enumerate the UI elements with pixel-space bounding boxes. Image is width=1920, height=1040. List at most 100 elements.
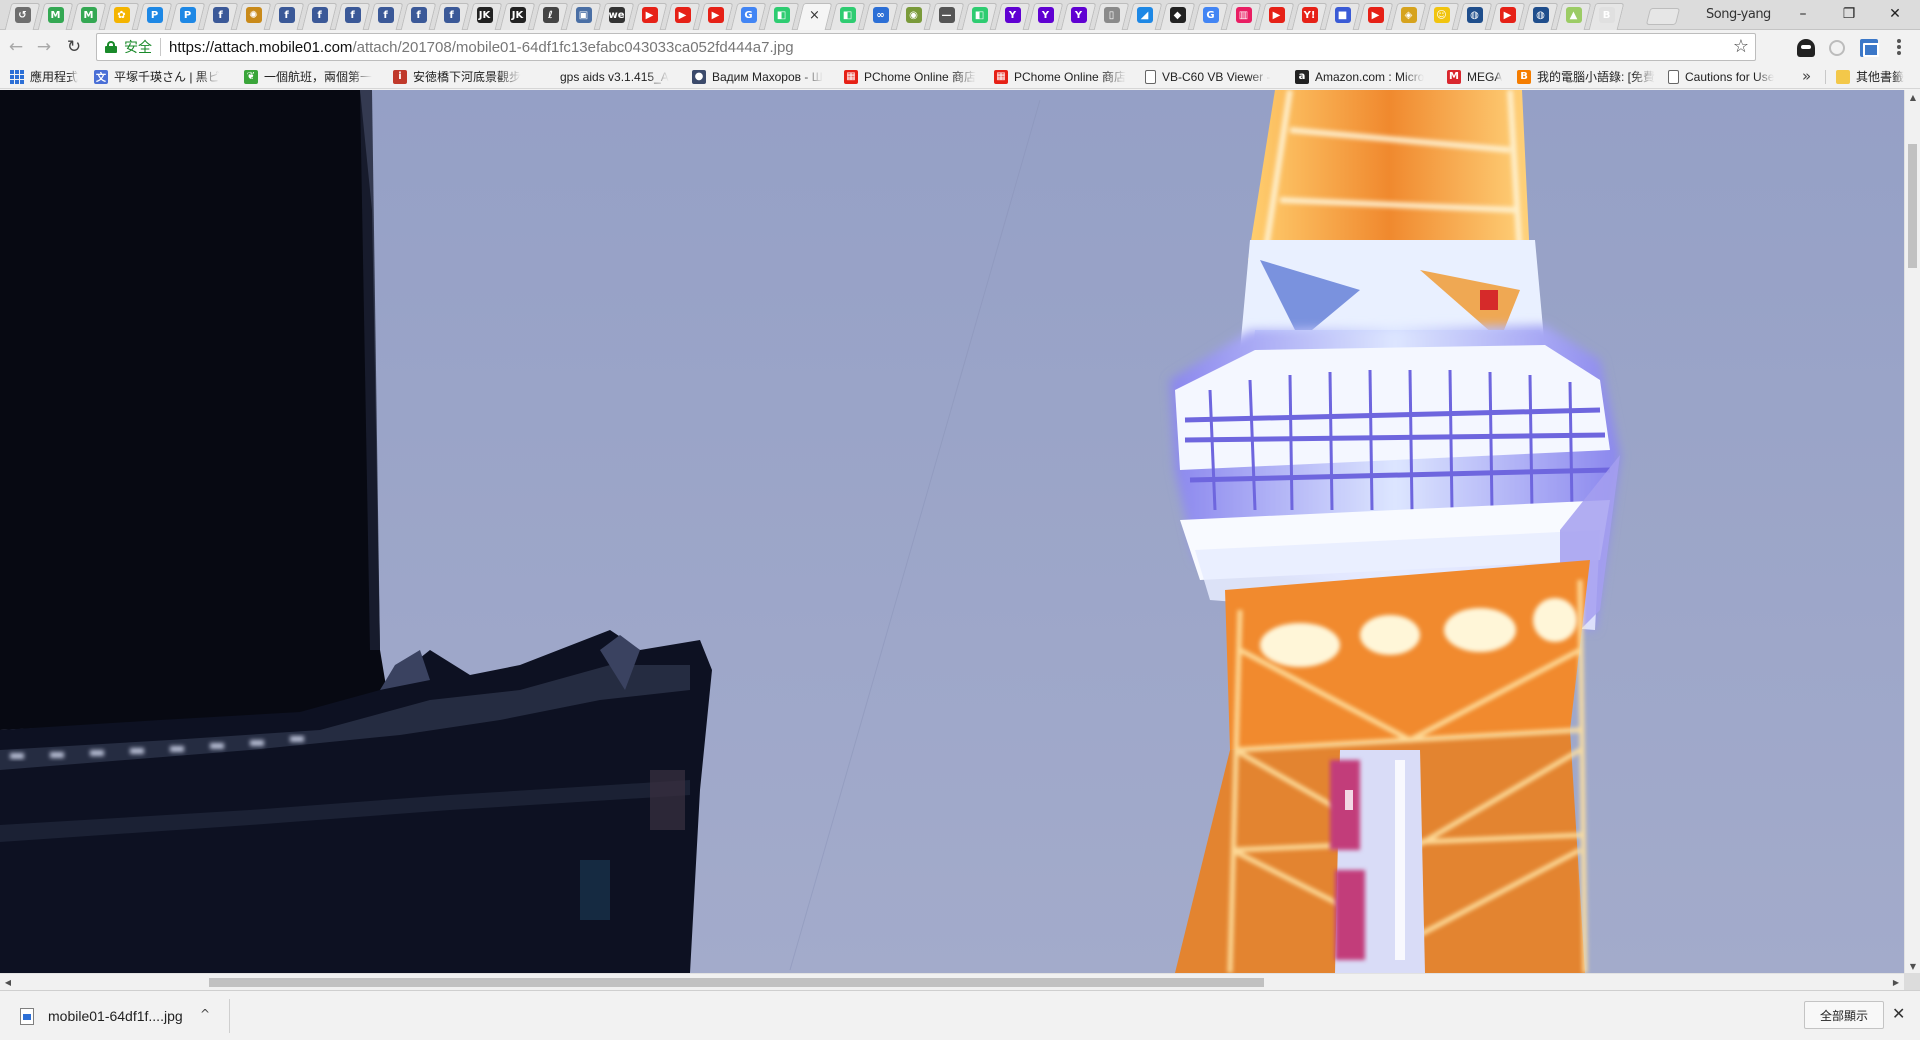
tab[interactable]: B bbox=[1590, 0, 1623, 30]
scroll-down-arrow-icon[interactable]: ▼ bbox=[1905, 959, 1920, 973]
ghost-extension-icon[interactable] bbox=[1797, 39, 1815, 57]
tab[interactable]: ◍ bbox=[1458, 0, 1491, 30]
tab[interactable]: ◧ bbox=[963, 0, 996, 30]
scroll-right-arrow-icon[interactable]: ▶ bbox=[1888, 974, 1904, 990]
tab[interactable]: ▯ bbox=[1095, 0, 1128, 30]
download-filename[interactable]: mobile01-64df1f....jpg bbox=[48, 1008, 183, 1024]
other-bookmarks-folder[interactable]: 其他書籤 bbox=[1836, 67, 1904, 86]
tab[interactable]: ☺ bbox=[1425, 0, 1458, 30]
image-viewport[interactable] bbox=[0, 90, 1904, 973]
close-shelf-icon[interactable]: ✕ bbox=[1892, 1004, 1905, 1023]
forward-button[interactable]: → bbox=[32, 36, 56, 58]
tab-active[interactable]: × bbox=[798, 0, 831, 30]
close-tab-icon[interactable]: × bbox=[809, 8, 820, 23]
circle-extension-icon[interactable] bbox=[1829, 40, 1845, 56]
tab[interactable]: — bbox=[930, 0, 963, 30]
back-button[interactable]: ← bbox=[4, 36, 28, 58]
document-icon: ▯ bbox=[1103, 7, 1120, 23]
download-item[interactable]: mobile01-64df1f....jpg ^ bbox=[10, 997, 230, 1035]
bookmark-item[interactable]: M MEGA bbox=[1447, 67, 1507, 86]
bookmark-item[interactable]: VB-C60 VB Viewer - bbox=[1145, 67, 1287, 86]
tab[interactable]: JK bbox=[468, 0, 501, 30]
reload-button[interactable]: ↻ bbox=[62, 36, 86, 58]
tab[interactable]: JK bbox=[501, 0, 534, 30]
tab[interactable]: ℓ bbox=[534, 0, 567, 30]
tab[interactable]: f bbox=[369, 0, 402, 30]
tab[interactable]: f bbox=[204, 0, 237, 30]
tab[interactable]: ◧ bbox=[831, 0, 864, 30]
show-all-downloads-button[interactable]: 全部顯示 bbox=[1804, 1001, 1884, 1029]
tab[interactable]: ↺ bbox=[6, 0, 39, 30]
bookmark-item[interactable]: B 我的電腦小語錄: [免費 bbox=[1517, 67, 1659, 86]
tab[interactable]: ▶ bbox=[699, 0, 732, 30]
minimize-button[interactable]: – bbox=[1780, 0, 1826, 28]
bookmark-item[interactable]: i 安徳橋下河底景觀步 bbox=[393, 67, 533, 86]
tab[interactable]: ✺ bbox=[237, 0, 270, 30]
tab[interactable]: ▲ bbox=[1557, 0, 1590, 30]
tab[interactable]: ■ bbox=[1326, 0, 1359, 30]
bookmark-item[interactable]: ❦ 一個航班，兩個第一 bbox=[244, 67, 384, 86]
close-window-button[interactable]: ✕ bbox=[1872, 0, 1918, 28]
bookmark-item[interactable]: ▦ PChome Online 商店 bbox=[994, 67, 1136, 86]
bookmarks-overflow-chevron-icon[interactable]: » bbox=[1802, 67, 1811, 85]
url-host[interactable]: https://attach.mobile01.com bbox=[169, 39, 352, 56]
tab[interactable]: ◧ bbox=[765, 0, 798, 30]
url-path[interactable]: /attach/201708/mobile01-64df1fc13efabc04… bbox=[352, 39, 793, 56]
tab[interactable]: ◍ bbox=[1524, 0, 1557, 30]
tab[interactable]: Y bbox=[1029, 0, 1062, 30]
tokyo-tower-photo bbox=[0, 90, 1904, 973]
tab[interactable]: P bbox=[138, 0, 171, 30]
tab[interactable]: ◈ bbox=[1392, 0, 1425, 30]
tab[interactable]: ▶ bbox=[1491, 0, 1524, 30]
bookmark-item[interactable]: Cautions for Use bbox=[1668, 67, 1790, 86]
tab[interactable]: P bbox=[171, 0, 204, 30]
bookmark-item[interactable]: 文平塚千瑛さん | 黒ビ bbox=[94, 67, 236, 86]
bookmark-item[interactable]: 應用程式 bbox=[10, 67, 88, 86]
bookmark-item[interactable]: ▦ PChome Online 商店 bbox=[844, 67, 986, 86]
tab[interactable]: f bbox=[435, 0, 468, 30]
tab[interactable]: ✿ bbox=[105, 0, 138, 30]
bookmark-item[interactable]: a Amazon.com : Micro bbox=[1295, 67, 1441, 86]
new-tab-button[interactable] bbox=[1645, 8, 1681, 25]
cast-extension-icon[interactable] bbox=[1860, 39, 1879, 57]
vertical-scroll-thumb[interactable] bbox=[1908, 144, 1917, 268]
tab[interactable]: ∞ bbox=[864, 0, 897, 30]
restore-button[interactable]: ❐ bbox=[1826, 0, 1872, 28]
tab[interactable]: G bbox=[732, 0, 765, 30]
tab[interactable]: ▶ bbox=[1359, 0, 1392, 30]
tab[interactable]: Y bbox=[1062, 0, 1095, 30]
profile-name[interactable]: Song-yang bbox=[1706, 7, 1771, 22]
tab[interactable]: ▶ bbox=[1260, 0, 1293, 30]
secure-label[interactable]: 安全 bbox=[124, 37, 152, 57]
tab[interactable]: ▥ bbox=[1227, 0, 1260, 30]
tab[interactable]: Y bbox=[996, 0, 1029, 30]
tab[interactable]: we bbox=[600, 0, 633, 30]
tab[interactable]: ▶ bbox=[633, 0, 666, 30]
bookmark-star-icon[interactable]: ☆ bbox=[1733, 36, 1749, 57]
tab[interactable]: f bbox=[303, 0, 336, 30]
horizontal-scroll-thumb[interactable] bbox=[209, 978, 1264, 987]
tab[interactable]: M bbox=[72, 0, 105, 30]
vertical-scrollbar[interactable]: ▲ ▼ bbox=[1904, 90, 1920, 973]
tab[interactable]: f bbox=[402, 0, 435, 30]
address-bar[interactable]: 安全 https://attach.mobile01.com/attach/20… bbox=[96, 33, 1756, 61]
tab[interactable]: ▶ bbox=[666, 0, 699, 30]
bookmark-item[interactable]: gps aids v3.1.415_A bbox=[540, 67, 686, 86]
horizontal-scrollbar[interactable]: ◀ ▶ bbox=[0, 973, 1904, 990]
omnibox-divider bbox=[160, 38, 161, 56]
tab[interactable]: ◢ bbox=[1128, 0, 1161, 30]
tab[interactable]: ▣ bbox=[567, 0, 600, 30]
menu-icon[interactable] bbox=[1896, 38, 1902, 56]
tab[interactable]: f bbox=[270, 0, 303, 30]
scroll-up-arrow-icon[interactable]: ▲ bbox=[1905, 90, 1920, 104]
lock-icon[interactable] bbox=[105, 41, 117, 53]
scroll-left-arrow-icon[interactable]: ◀ bbox=[0, 974, 16, 990]
tab[interactable]: ◉ bbox=[897, 0, 930, 30]
tab[interactable]: Y! bbox=[1293, 0, 1326, 30]
tab[interactable]: f bbox=[336, 0, 369, 30]
download-options-chevron-icon[interactable]: ^ bbox=[200, 1007, 210, 1021]
tab[interactable]: ◆ bbox=[1161, 0, 1194, 30]
tab[interactable]: M bbox=[39, 0, 72, 30]
tab[interactable]: G bbox=[1194, 0, 1227, 30]
bookmark-item[interactable]: ● Вадим Махоров - Ш bbox=[692, 67, 838, 86]
